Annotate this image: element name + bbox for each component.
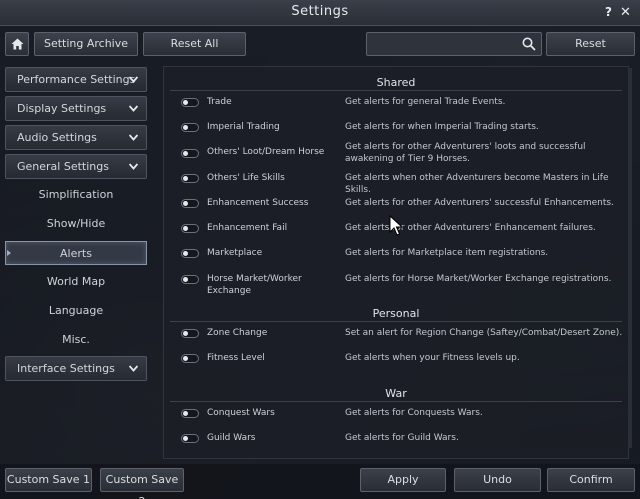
title-bar[interactable]: Settings ? ✕ bbox=[0, 0, 640, 26]
undo-button[interactable]: Undo bbox=[454, 468, 541, 492]
reset-button[interactable]: Reset bbox=[546, 32, 635, 56]
custom-save-1-button[interactable]: Custom Save 1 bbox=[5, 468, 92, 492]
confirm-button[interactable]: Confirm bbox=[547, 468, 635, 492]
sidebar-subitem-world-map[interactable]: World Map bbox=[5, 270, 147, 294]
alert-description: Get alerts for Horse Market/Worker Excha… bbox=[345, 274, 612, 284]
sidebar-item-label: Audio Settings bbox=[17, 131, 97, 144]
alert-label: Trade bbox=[207, 97, 232, 107]
alert-label: Marketplace bbox=[207, 248, 263, 258]
reset-all-button[interactable]: Reset All bbox=[143, 32, 246, 56]
toggle-switch[interactable] bbox=[181, 98, 199, 107]
alert-label: Imperial Trading bbox=[207, 122, 280, 132]
search-icon[interactable] bbox=[522, 37, 536, 51]
section-divider bbox=[170, 401, 622, 402]
section-title-personal: Personal bbox=[372, 307, 420, 320]
sidebar-item-interface-settings[interactable]: Interface Settings bbox=[5, 356, 147, 381]
window-title: Settings bbox=[291, 4, 349, 19]
alert-label: Fitness Level bbox=[207, 353, 265, 363]
sidebar-item-label: Display Settings bbox=[17, 102, 107, 115]
chevron-down-icon bbox=[129, 134, 138, 141]
section-title-war: War bbox=[385, 387, 407, 400]
sidebar-item-label: Interface Settings bbox=[17, 362, 115, 375]
alert-description: Get alerts for Marketplace item registra… bbox=[345, 248, 549, 258]
chevron-up-icon bbox=[129, 163, 138, 170]
alert-label: Others' Loot/Dream Horse bbox=[207, 147, 325, 157]
alert-description: Get alerts for general Trade Events. bbox=[345, 97, 506, 107]
alert-description: Get alerts when other Adventurers become… bbox=[345, 173, 609, 195]
chevron-down-icon bbox=[129, 105, 138, 112]
alert-description: Get alerts for when Imperial Trading sta… bbox=[345, 122, 539, 132]
section-title-shared: Shared bbox=[376, 76, 416, 89]
search-field[interactable] bbox=[366, 32, 542, 56]
toggle-switch[interactable] bbox=[181, 434, 199, 443]
sidebar-item-audio-settings[interactable]: Audio Settings bbox=[5, 125, 147, 150]
search-input[interactable] bbox=[371, 36, 511, 52]
toggle-switch[interactable] bbox=[181, 329, 199, 338]
home-button[interactable] bbox=[5, 32, 29, 56]
alert-description: Get alerts when your Fitness levels up. bbox=[345, 353, 520, 363]
toggle-switch[interactable] bbox=[181, 249, 199, 258]
bottom-bar bbox=[0, 464, 640, 499]
section-divider bbox=[170, 321, 622, 322]
sidebar-item-general-settings[interactable]: General Settings bbox=[5, 154, 147, 179]
sidebar-subitem-alerts[interactable]: Alerts bbox=[5, 241, 147, 265]
sidebar-item-performance-settings[interactable]: Performance Settings bbox=[5, 67, 147, 92]
sidebar-item-label: Performance Settings bbox=[17, 73, 136, 86]
panel-scrollbar[interactable] bbox=[628, 68, 632, 448]
toggle-switch[interactable] bbox=[181, 149, 199, 158]
alert-description: Get alerts for other Adventurers' succes… bbox=[345, 198, 614, 208]
alert-label: Conquest Wars bbox=[207, 408, 275, 418]
chevron-down-icon bbox=[129, 76, 138, 83]
toggle-switch[interactable] bbox=[181, 123, 199, 132]
toggle-switch[interactable] bbox=[181, 275, 199, 284]
alert-description: Get alerts for Conquests Wars. bbox=[345, 408, 483, 418]
alert-description: Get alerts for other Adventurers' Enhanc… bbox=[345, 223, 596, 233]
alert-description: Get alerts for Guild Wars. bbox=[345, 433, 459, 443]
toggle-switch[interactable] bbox=[181, 354, 199, 363]
alert-description: Get alerts for other Adventurers' loots … bbox=[345, 142, 586, 164]
sidebar-item-display-settings[interactable]: Display Settings bbox=[5, 96, 147, 121]
setting-archive-button[interactable]: Setting Archive bbox=[34, 32, 138, 56]
close-button[interactable]: ✕ bbox=[620, 5, 631, 20]
section-divider bbox=[170, 90, 622, 91]
alert-label: Others' Life Skills bbox=[207, 173, 285, 183]
alert-description: Set an alert for Region Change (Saftey/C… bbox=[345, 328, 623, 338]
alert-label: Zone Change bbox=[207, 328, 268, 338]
toggle-switch[interactable] bbox=[181, 199, 199, 208]
chevron-down-icon bbox=[129, 365, 138, 372]
sidebar-item-label: General Settings bbox=[17, 160, 109, 173]
sidebar-subitem-show-hide[interactable]: Show/Hide bbox=[5, 212, 147, 236]
alert-label: Enhancement Fail bbox=[207, 223, 288, 233]
sidebar-subitem-simplification[interactable]: Simplification bbox=[5, 183, 147, 207]
home-icon bbox=[11, 38, 24, 50]
toggle-switch[interactable] bbox=[181, 174, 199, 183]
alert-label: Guild Wars bbox=[207, 433, 256, 443]
toggle-switch[interactable] bbox=[181, 224, 199, 233]
apply-button[interactable]: Apply bbox=[360, 468, 446, 492]
settings-sidebar: Performance Settings Display Settings Au… bbox=[5, 65, 148, 460]
alert-label: Horse Market/Worker Exchange bbox=[207, 274, 302, 296]
alert-label: Enhancement Success bbox=[207, 198, 309, 208]
sidebar-subitem-misc[interactable]: Misc. bbox=[5, 328, 147, 352]
mouse-cursor-icon bbox=[389, 215, 403, 236]
help-button[interactable]: ? bbox=[605, 5, 612, 19]
toggle-switch[interactable] bbox=[181, 409, 199, 418]
custom-save-2-button[interactable]: Custom Save 2 bbox=[100, 468, 184, 499]
sidebar-subitem-language[interactable]: Language bbox=[5, 299, 147, 323]
